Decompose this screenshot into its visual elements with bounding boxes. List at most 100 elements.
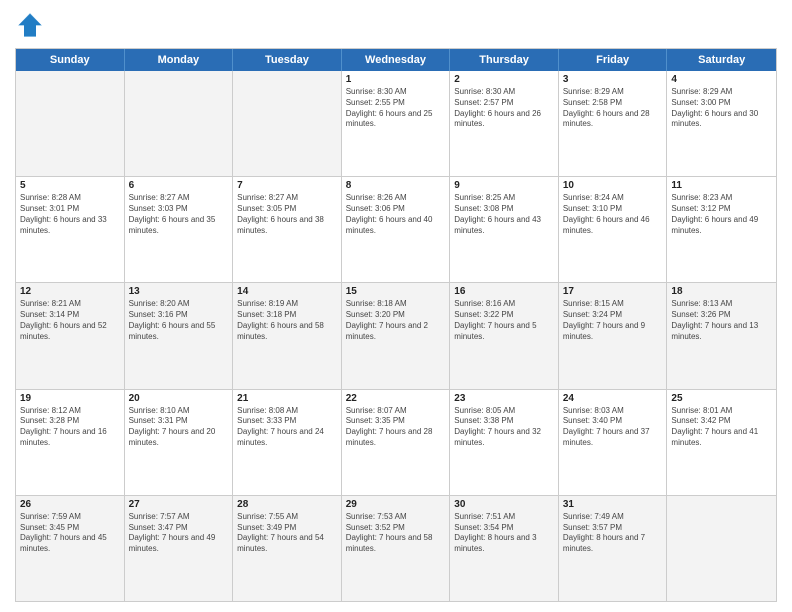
cell-info: Sunrise: 8:29 AM Sunset: 3:00 PM Dayligh… (671, 87, 772, 130)
day-number: 23 (454, 393, 554, 404)
day-number: 10 (563, 180, 663, 191)
cell-info: Sunrise: 8:30 AM Sunset: 2:57 PM Dayligh… (454, 87, 554, 130)
day-number: 1 (346, 74, 446, 85)
day-number: 29 (346, 499, 446, 510)
day-number: 7 (237, 180, 337, 191)
calendar-cell: 19Sunrise: 8:12 AM Sunset: 3:28 PM Dayli… (16, 390, 125, 495)
calendar-body: 1Sunrise: 8:30 AM Sunset: 2:55 PM Daylig… (16, 71, 776, 601)
day-number: 6 (129, 180, 229, 191)
calendar-week: 12 Sunrise: 8:21 AM Sunset: 3:14 PM Dayli… (16, 283, 776, 389)
calendar-cell: 1Sunrise: 8:30 AM Sunset: 2:55 PM Daylig… (342, 71, 451, 176)
calendar-cell: 26 Sunrise: 7:59 AM Sunset: 3:45 PM Dayli… (16, 496, 125, 601)
day-number: 30 (454, 499, 554, 510)
calendar-week: 26 Sunrise: 7:59 AM Sunset: 3:45 PM Dayli… (16, 496, 776, 601)
day-number: 21 (237, 393, 337, 404)
calendar-cell: 27 Sunrise: 7:57 AM Sunset: 3:47 PM Dayli… (125, 496, 234, 601)
cell-info: Sunrise: 8:19 AM Sunset: 3:18 PM Dayligh… (237, 299, 337, 342)
calendar: SundayMondayTuesdayWednesdayThursdayFrid… (15, 48, 777, 602)
calendar-cell: 24Sunrise: 8:03 AM Sunset: 3:40 PM Dayli… (559, 390, 668, 495)
weekday-header: Thursday (450, 49, 559, 71)
day-number: 2 (454, 74, 554, 85)
cell-info: Sunrise: 8:21 AM Sunset: 3:14 PM Dayligh… (20, 299, 120, 342)
calendar-week: 19Sunrise: 8:12 AM Sunset: 3:28 PM Dayli… (16, 390, 776, 496)
day-number: 4 (671, 74, 772, 85)
day-number: 27 (129, 499, 229, 510)
day-number: 14 (237, 286, 337, 297)
weekday-header: Monday (125, 49, 234, 71)
day-number: 11 (671, 180, 772, 191)
calendar-cell: 13 Sunrise: 8:20 AM Sunset: 3:16 PM Dayli… (125, 283, 234, 388)
cell-info: Sunrise: 8:27 AM Sunset: 3:05 PM Dayligh… (237, 193, 337, 236)
cell-info: Sunrise: 7:57 AM Sunset: 3:47 PM Dayligh… (129, 512, 229, 555)
day-number: 16 (454, 286, 554, 297)
calendar-cell: 8Sunrise: 8:26 AM Sunset: 3:06 PM Daylig… (342, 177, 451, 282)
cell-info: Sunrise: 8:27 AM Sunset: 3:03 PM Dayligh… (129, 193, 229, 236)
day-number: 18 (671, 286, 772, 297)
cell-info: Sunrise: 8:25 AM Sunset: 3:08 PM Dayligh… (454, 193, 554, 236)
weekday-header: Friday (559, 49, 668, 71)
day-number: 25 (671, 393, 772, 404)
cell-info: Sunrise: 8:16 AM Sunset: 3:22 PM Dayligh… (454, 299, 554, 342)
calendar-cell: 23 Sunrise: 8:05 AM Sunset: 3:38 PM Dayli… (450, 390, 559, 495)
cell-info: Sunrise: 8:01 AM Sunset: 3:42 PM Dayligh… (671, 406, 772, 449)
cell-info: Sunrise: 8:18 AM Sunset: 3:20 PM Dayligh… (346, 299, 446, 342)
day-number: 15 (346, 286, 446, 297)
calendar-cell: 2 Sunrise: 8:30 AM Sunset: 2:57 PM Daylig… (450, 71, 559, 176)
calendar-cell: 25 Sunrise: 8:01 AM Sunset: 3:42 PM Dayli… (667, 390, 776, 495)
weekday-header: Wednesday (342, 49, 451, 71)
cell-info: Sunrise: 7:59 AM Sunset: 3:45 PM Dayligh… (20, 512, 120, 555)
cell-info: Sunrise: 8:26 AM Sunset: 3:06 PM Dayligh… (346, 193, 446, 236)
calendar-cell: 30Sunrise: 7:51 AM Sunset: 3:54 PM Dayli… (450, 496, 559, 601)
page-header (15, 10, 777, 40)
calendar-cell (667, 496, 776, 601)
calendar-cell: 14 Sunrise: 8:19 AM Sunset: 3:18 PM Dayli… (233, 283, 342, 388)
calendar-header: SundayMondayTuesdayWednesdayThursdayFrid… (16, 49, 776, 71)
day-number: 20 (129, 393, 229, 404)
calendar-cell: 4 Sunrise: 8:29 AM Sunset: 3:00 PM Daylig… (667, 71, 776, 176)
calendar-cell: 17 Sunrise: 8:15 AM Sunset: 3:24 PM Dayli… (559, 283, 668, 388)
cell-info: Sunrise: 8:07 AM Sunset: 3:35 PM Dayligh… (346, 406, 446, 449)
day-number: 17 (563, 286, 663, 297)
cell-info: Sunrise: 8:23 AM Sunset: 3:12 PM Dayligh… (671, 193, 772, 236)
day-number: 24 (563, 393, 663, 404)
day-number: 12 (20, 286, 120, 297)
logo-icon (15, 10, 45, 40)
calendar-cell: 9 Sunrise: 8:25 AM Sunset: 3:08 PM Daylig… (450, 177, 559, 282)
cell-info: Sunrise: 8:13 AM Sunset: 3:26 PM Dayligh… (671, 299, 772, 342)
day-number: 13 (129, 286, 229, 297)
calendar-cell: 15 Sunrise: 8:18 AM Sunset: 3:20 PM Dayli… (342, 283, 451, 388)
day-number: 3 (563, 74, 663, 85)
weekday-header: Saturday (667, 49, 776, 71)
calendar-cell: 20 Sunrise: 8:10 AM Sunset: 3:31 PM Dayli… (125, 390, 234, 495)
day-number: 26 (20, 499, 120, 510)
calendar-cell: 10 Sunrise: 8:24 AM Sunset: 3:10 PM Dayli… (559, 177, 668, 282)
weekday-header: Tuesday (233, 49, 342, 71)
cell-info: Sunrise: 8:29 AM Sunset: 2:58 PM Dayligh… (563, 87, 663, 130)
cell-info: Sunrise: 8:12 AM Sunset: 3:28 PM Dayligh… (20, 406, 120, 449)
calendar-cell (233, 71, 342, 176)
cell-info: Sunrise: 8:20 AM Sunset: 3:16 PM Dayligh… (129, 299, 229, 342)
calendar-cell: 22 Sunrise: 8:07 AM Sunset: 3:35 PM Dayli… (342, 390, 451, 495)
logo (15, 10, 49, 40)
cell-info: Sunrise: 8:28 AM Sunset: 3:01 PM Dayligh… (20, 193, 120, 236)
calendar-cell: 7 Sunrise: 8:27 AM Sunset: 3:05 PM Daylig… (233, 177, 342, 282)
weekday-header: Sunday (16, 49, 125, 71)
calendar-week: 5 Sunrise: 8:28 AM Sunset: 3:01 PM Daylig… (16, 177, 776, 283)
day-number: 5 (20, 180, 120, 191)
calendar-cell: 16 Sunrise: 8:16 AM Sunset: 3:22 PM Dayli… (450, 283, 559, 388)
cell-info: Sunrise: 8:08 AM Sunset: 3:33 PM Dayligh… (237, 406, 337, 449)
cell-info: Sunrise: 8:24 AM Sunset: 3:10 PM Dayligh… (563, 193, 663, 236)
calendar-cell: 28 Sunrise: 7:55 AM Sunset: 3:49 PM Dayli… (233, 496, 342, 601)
day-number: 9 (454, 180, 554, 191)
calendar-cell: 5 Sunrise: 8:28 AM Sunset: 3:01 PM Daylig… (16, 177, 125, 282)
cell-info: Sunrise: 8:05 AM Sunset: 3:38 PM Dayligh… (454, 406, 554, 449)
calendar-cell: 11 Sunrise: 8:23 AM Sunset: 3:12 PM Dayli… (667, 177, 776, 282)
day-number: 28 (237, 499, 337, 510)
cell-info: Sunrise: 8:10 AM Sunset: 3:31 PM Dayligh… (129, 406, 229, 449)
calendar-cell: 29Sunrise: 7:53 AM Sunset: 3:52 PM Dayli… (342, 496, 451, 601)
calendar-week: 1Sunrise: 8:30 AM Sunset: 2:55 PM Daylig… (16, 71, 776, 177)
calendar-cell (16, 71, 125, 176)
day-number: 22 (346, 393, 446, 404)
cell-info: Sunrise: 7:55 AM Sunset: 3:49 PM Dayligh… (237, 512, 337, 555)
cell-info: Sunrise: 8:15 AM Sunset: 3:24 PM Dayligh… (563, 299, 663, 342)
